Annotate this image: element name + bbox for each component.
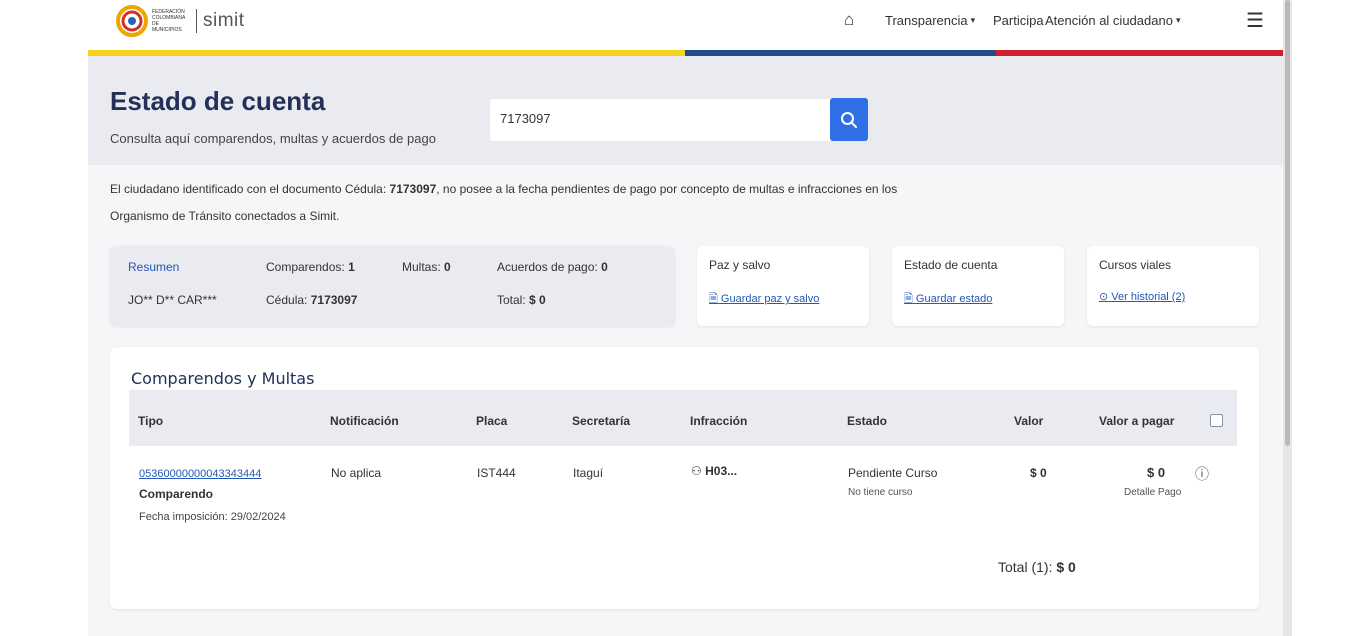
hero-section: Estado de cuenta Consulta aquí comparend… (88, 56, 1283, 165)
row-estado: Pendiente Curso (848, 466, 938, 480)
row-tipo: Comparendo (139, 487, 214, 501)
row-valor: $ 0 (1030, 466, 1047, 480)
col-valor: Valor (1014, 414, 1044, 428)
top-navbar: FEDERACIÓN COLOMBIANA DE MUNICIPIOS simi… (88, 0, 1283, 50)
simit-wordmark: simit (203, 10, 245, 31)
row-placa: IST444 (477, 466, 516, 480)
comparendos-table-card: Comparendos y Multas Tipo Notificación P… (110, 347, 1259, 609)
col-secretaria: Secretaría (572, 414, 631, 428)
search-box (490, 99, 832, 141)
row-estado-sub: No tiene curso (848, 487, 913, 498)
notice-line-2: Organismo de Tránsito conectados a Simit… (110, 209, 340, 223)
hamburger-menu-icon[interactable]: ☰ (1246, 9, 1264, 32)
nav-atencion-ciudadano[interactable]: Atención al ciudadano ▾ (1045, 9, 1180, 31)
acuerdos-value: 0 (601, 260, 608, 274)
nav-transparencia-label: Transparencia (885, 12, 968, 28)
person-icon: ⚇ (691, 464, 702, 478)
guardar-estado-label: Guardar estado (915, 293, 993, 305)
paz-y-salvo-title: Paz y salvo (709, 258, 771, 272)
summary-title: Resumen (128, 260, 180, 274)
page-title: Estado de cuenta (110, 86, 326, 116)
page: FEDERACIÓN COLOMBIANA DE MUNICIPIOS simi… (88, 0, 1283, 636)
citizen-name: JO** D** CAR*** (128, 293, 217, 307)
table-total: Total (1): $ 0 (998, 559, 1076, 575)
acuerdos-label: Acuerdos de pago: (497, 260, 598, 274)
notice-line-1: El ciudadano identificado con el documen… (110, 182, 897, 196)
select-all-checkbox[interactable] (1210, 414, 1223, 427)
multas-value: 0 (444, 260, 451, 274)
nav-transparencia[interactable]: Transparencia ▾ (885, 9, 975, 31)
row-valor-pagar: $ 0 (1147, 465, 1166, 480)
total-value: $ 0 (529, 293, 546, 307)
document-icon: 🗎 (709, 293, 718, 305)
cedula-value: 7173097 (310, 293, 358, 307)
total-label: Total: (497, 293, 526, 307)
row-infraccion[interactable]: ⚇ H03... (691, 464, 737, 478)
table-total-value: $ 0 (1056, 559, 1076, 575)
document-icon: 🗎 (904, 293, 913, 305)
nav-participa[interactable]: Participa (993, 9, 1044, 31)
acuerdos-count: Acuerdos de pago: 0 (497, 260, 608, 274)
cedula: Cédula: 7173097 (266, 293, 357, 307)
estado-cuenta-title: Estado de cuenta (904, 258, 998, 272)
search-button[interactable] (830, 98, 868, 141)
home-icon[interactable]: ⌂ (844, 9, 854, 31)
guardar-paz-y-salvo-label: Guardar paz y salvo (720, 293, 820, 305)
col-notificacion: Notificación (330, 414, 399, 428)
col-estado: Estado (847, 414, 888, 428)
logo-text: FEDERACIÓN COLOMBIANA DE MUNICIPIOS (152, 9, 186, 33)
cursos-viales-title: Cursos viales (1099, 258, 1172, 272)
fcm-logo-icon (116, 5, 148, 37)
paz-y-salvo-card: Paz y salvo 🗎 Guardar paz y salvo (697, 246, 869, 326)
search-input[interactable] (500, 111, 820, 126)
col-infraccion: Infracción (690, 414, 748, 428)
table-total-label: Total (1): (998, 559, 1053, 575)
comparendos-label: Comparendos: (266, 260, 345, 274)
summary-card: Resumen JO** D** CAR*** Comparendos: 1 C… (110, 246, 675, 326)
fcm-simit-logo[interactable]: FEDERACIÓN COLOMBIANA DE MUNICIPIOS simi… (116, 2, 245, 40)
comparendos-count: Comparendos: 1 (266, 260, 355, 274)
multas-label: Multas: (402, 260, 441, 274)
detalle-pago[interactable]: Detalle Pago (1124, 487, 1181, 498)
notice-text-post: , no posee a la fecha pendientes de pago… (436, 182, 898, 196)
caret-down-icon: ▾ (1175, 14, 1181, 25)
col-placa: Placa (476, 414, 508, 428)
nav-atencion-label: Atención al ciudadano (1045, 12, 1173, 28)
col-tipo: Tipo (138, 414, 164, 428)
guardar-paz-y-salvo-link[interactable]: 🗎 Guardar paz y salvo (709, 290, 819, 309)
comparendo-number-link[interactable]: 05360000000043343444 (139, 468, 261, 480)
row-notificacion: No aplica (331, 466, 382, 480)
info-icon[interactable]: ⓘ (1195, 464, 1209, 484)
logo-separator (196, 9, 197, 33)
col-valor-pagar: Valor a pagar (1099, 414, 1175, 428)
search-icon (841, 111, 857, 128)
table-header: Tipo Notificación Placa Secretaría Infra… (129, 390, 1237, 446)
ver-historial-label: Ver historial (2) (1111, 291, 1186, 303)
ver-historial-link[interactable]: ⊙ Ver historial (2) (1099, 290, 1185, 303)
notice-document: 7173097 (389, 182, 437, 196)
total-summary: Total: $ 0 (497, 293, 546, 307)
row-secretaria: Itaguí (573, 466, 604, 480)
notice-text-pre: El ciudadano identificado con el documen… (110, 182, 390, 196)
cursos-viales-card: Cursos viales ⊙ Ver historial (2) (1087, 246, 1259, 326)
multas-count: Multas: 0 (402, 260, 451, 274)
guardar-estado-link[interactable]: 🗎 Guardar estado (904, 290, 992, 309)
scrollbar-thumb[interactable] (1285, 0, 1290, 446)
cedula-label: Cédula: (266, 293, 308, 307)
infraccion-code: H03... (705, 464, 738, 478)
caret-down-icon: ▾ (970, 14, 976, 25)
comparendos-value: 1 (348, 260, 355, 274)
table-title: Comparendos y Multas (131, 369, 315, 388)
eye-icon: ⊙ (1099, 291, 1109, 303)
page-subtitle: Consulta aquí comparendos, multas y acue… (110, 131, 436, 146)
row-fecha: Fecha imposición: 29/02/2024 (139, 511, 286, 523)
estado-cuenta-card: Estado de cuenta 🗎 Guardar estado (892, 246, 1064, 326)
